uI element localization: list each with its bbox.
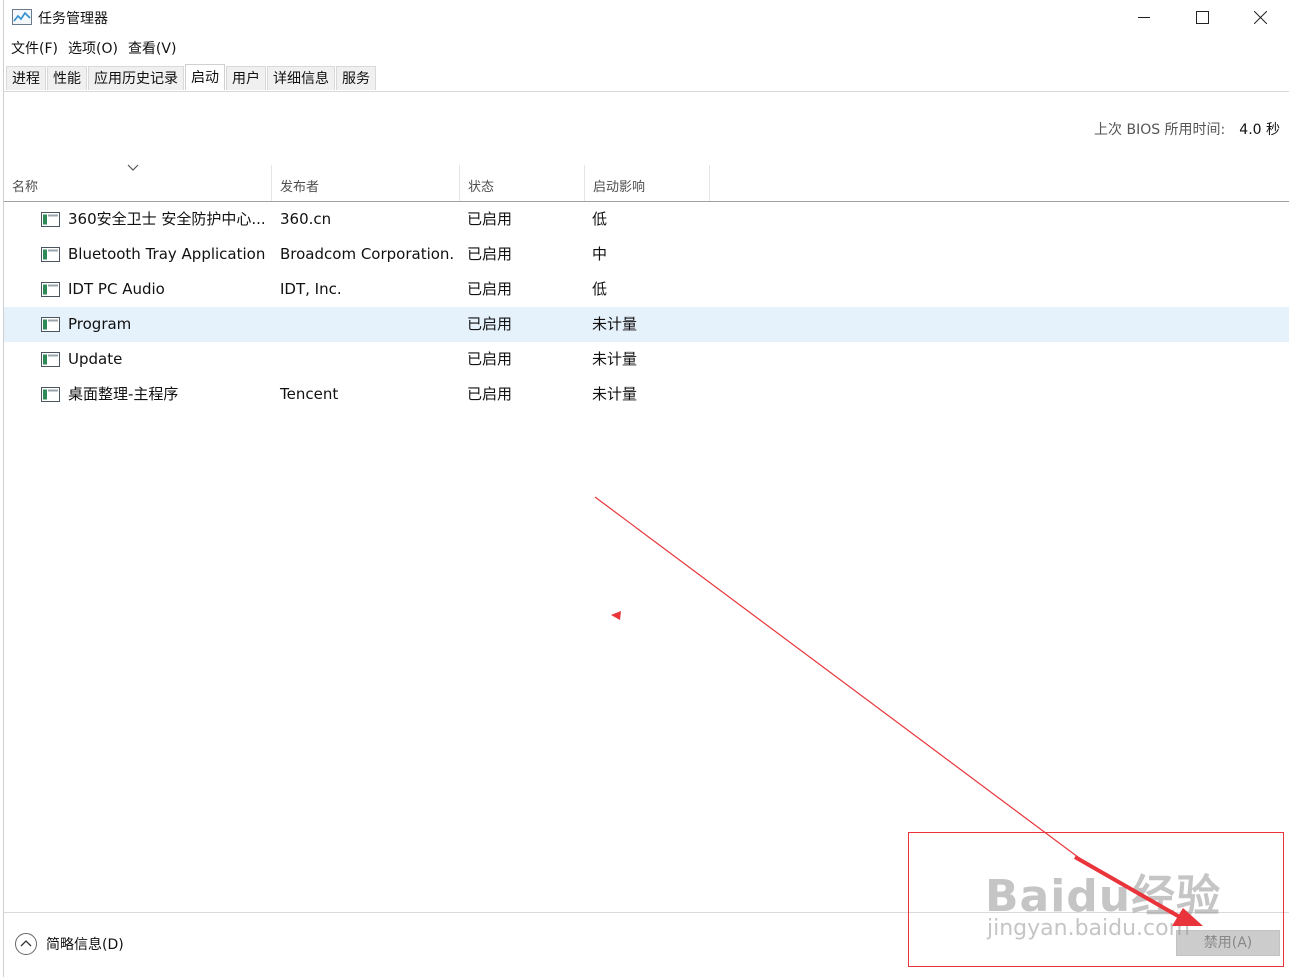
tab-startup[interactable]: 启动 (185, 64, 225, 90)
startup-impact: 中 (592, 245, 608, 263)
minimize-button[interactable] (1115, 0, 1173, 34)
column-header-name[interactable]: 名称 (4, 165, 272, 201)
startup-name: 桌面整理-主程序 (68, 385, 179, 403)
startup-status: 已启用 (467, 210, 513, 228)
tab-details[interactable]: 详细信息 (267, 66, 335, 90)
window-title: 任务管理器 (38, 11, 108, 27)
app-window-icon (41, 352, 60, 367)
startup-name: Program (68, 315, 132, 333)
column-header-impact[interactable]: 启动影响 (585, 165, 710, 201)
column-header-publisher-label: 发布者 (280, 180, 320, 195)
annotation-arrow-thin-line (594, 496, 1091, 867)
minimize-icon (1138, 17, 1150, 18)
app-window-icon (41, 212, 60, 227)
menu-view[interactable]: 查看(V) (125, 36, 184, 60)
bios-time: 上次 BIOS 所用时间: 4.0 秒 (1094, 119, 1280, 139)
column-header-name-label: 名称 (12, 180, 39, 195)
bios-time-value: 4.0 秒 (1239, 122, 1280, 138)
tab-services[interactable]: 服务 (336, 66, 376, 90)
app-window-icon (41, 282, 60, 297)
startup-publisher: Tencent (280, 385, 339, 403)
bios-time-label: 上次 BIOS 所用时间: (1094, 122, 1226, 138)
startup-impact: 未计量 (592, 350, 638, 368)
disable-button[interactable]: 禁用(A) (1176, 930, 1280, 956)
footer-divider (4, 912, 1289, 913)
window-border (3, 0, 4, 977)
tab-processes[interactable]: 进程 (6, 66, 46, 90)
tab-strip: 进程 性能 应用历史记录 启动 用户 详细信息 服务 (6, 64, 377, 91)
app-window-icon (41, 247, 60, 262)
startup-publisher: 360.cn (280, 210, 332, 228)
tab-users[interactable]: 用户 (226, 66, 266, 90)
startup-name: Update (68, 350, 123, 368)
startup-impact: 低 (592, 280, 608, 298)
annotation-marker (611, 611, 621, 620)
table-row[interactable]: 桌面整理-主程序 Tencent 已启用 未计量 (4, 377, 1289, 412)
tab-app-history[interactable]: 应用历史记录 (88, 66, 184, 90)
menu-options[interactable]: 选项(O) (65, 36, 125, 60)
menu-file[interactable]: 文件(F) (0, 36, 65, 60)
maximize-icon (1195, 10, 1209, 24)
table-row[interactable]: 360安全卫士 安全防护中心... 360.cn 已启用 低 (4, 202, 1289, 237)
column-header-status[interactable]: 状态 (460, 165, 585, 201)
collapse-chevron-icon[interactable] (14, 932, 38, 956)
startup-status: 已启用 (467, 280, 513, 298)
tab-divider (4, 91, 1289, 92)
startup-status: 已启用 (467, 315, 513, 333)
table-row-selected[interactable]: Program 已启用 未计量 (4, 307, 1289, 342)
app-window-icon (41, 387, 60, 402)
column-header-impact-label: 启动影响 (593, 180, 646, 195)
startup-name: 360安全卫士 安全防护中心... (68, 210, 266, 228)
watermark-brand: Baidu经验 (985, 871, 1222, 922)
column-header-row: 名称 发布者 状态 启动影响 (4, 165, 1289, 201)
startup-publisher: Broadcom Corporation. (280, 245, 455, 263)
startup-status: 已启用 (467, 350, 513, 368)
startup-name: Bluetooth Tray Application (68, 245, 266, 263)
annotation-arrow-thick-line (1074, 855, 1186, 922)
startup-name: IDT PC Audio (68, 280, 165, 298)
maximize-button[interactable] (1173, 0, 1231, 34)
tab-performance[interactable]: 性能 (47, 66, 87, 90)
fewer-details-link[interactable]: 简略信息(D) (46, 934, 124, 954)
task-manager-icon (12, 9, 32, 25)
watermark-url: jingyan.baidu.com (987, 916, 1191, 941)
startup-publisher: IDT, Inc. (280, 280, 342, 298)
title-bar: 任务管理器 (0, 0, 1289, 34)
close-icon (1253, 10, 1267, 24)
startup-status: 已启用 (467, 245, 513, 263)
menu-bar: 文件(F) 选项(O) 查看(V) (0, 36, 183, 60)
startup-status: 已启用 (467, 385, 513, 403)
column-header-publisher[interactable]: 发布者 (272, 165, 460, 201)
table-row[interactable]: IDT PC Audio IDT, Inc. 已启用 低 (4, 272, 1289, 307)
baidu-watermark: Baidu经验 jingyan.baidu.com (985, 860, 1222, 941)
close-button[interactable] (1231, 0, 1289, 34)
app-window-icon (41, 317, 60, 332)
startup-impact: 低 (592, 210, 608, 228)
table-row[interactable]: Update 已启用 未计量 (4, 342, 1289, 377)
column-header-status-label: 状态 (468, 180, 495, 195)
table-row[interactable]: Bluetooth Tray Application Broadcom Corp… (4, 237, 1289, 272)
startup-impact: 未计量 (592, 385, 638, 403)
startup-impact: 未计量 (592, 315, 638, 333)
annotation-overlay (594, 496, 1284, 967)
annotation-arrowhead (1172, 908, 1203, 926)
